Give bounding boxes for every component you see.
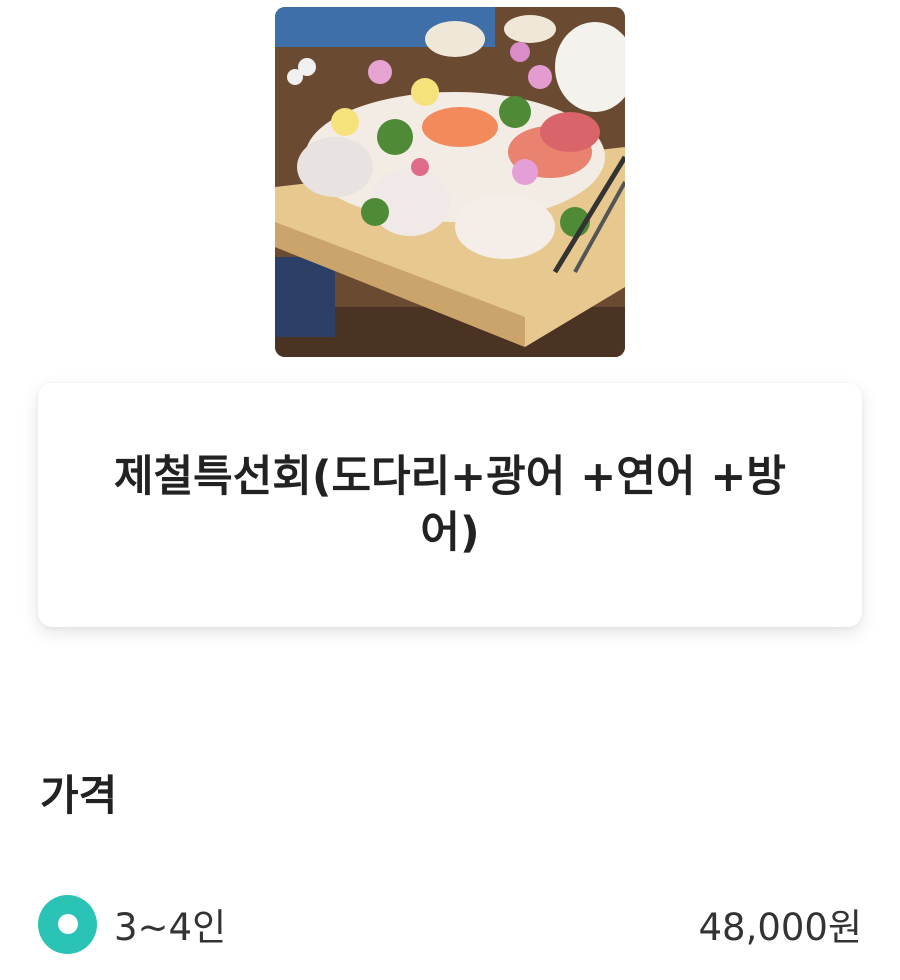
price-section-heading: 가격	[40, 771, 118, 820]
price-option-label: 3~4인	[114, 906, 227, 949]
price-option-3-4-people[interactable]: 3~4인 48,000원	[38, 894, 862, 954]
menu-photo	[275, 7, 625, 357]
price-option-value: 48,000원	[698, 906, 862, 949]
menu-title-card: 제철특선회(도다리+광어 +연어 +방어)	[38, 383, 862, 627]
radio-selected-icon[interactable]	[38, 894, 97, 954]
sashimi-platter-image	[275, 7, 625, 357]
menu-title: 제철특선회(도다리+광어 +연어 +방어)	[114, 452, 786, 558]
